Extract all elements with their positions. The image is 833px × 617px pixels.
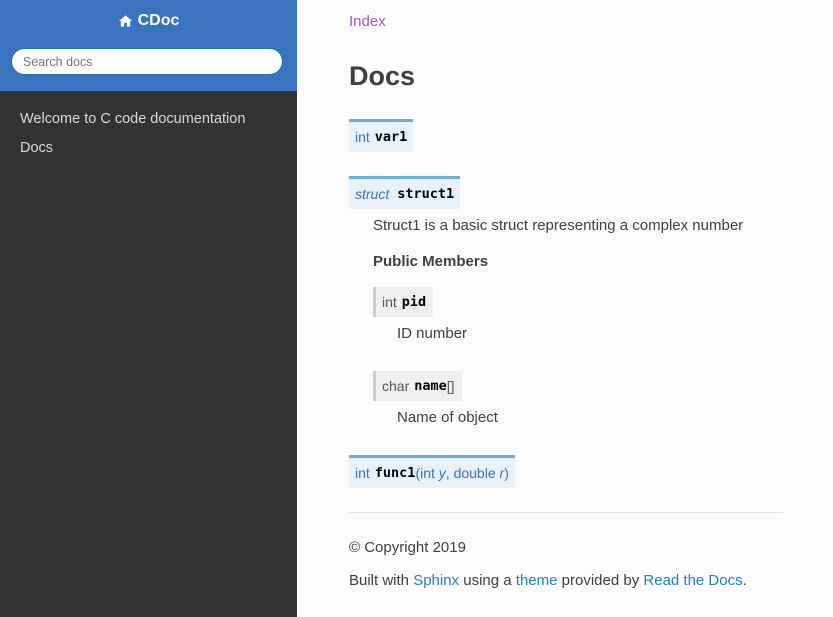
sidebar: CDoc Welcome to C code documentation Doc… (0, 0, 297, 617)
func1-return-type: int (355, 465, 370, 481)
copyright: © Copyright 2019 (349, 539, 466, 556)
struct1-keyword: struct (355, 186, 390, 202)
member-name-description: Name of object (397, 409, 498, 426)
func1-param1-name: y (438, 465, 446, 481)
read-the-docs-link[interactable]: Read the Docs (643, 572, 742, 589)
func1-params: (int y, double r) (415, 465, 508, 481)
member-pid-description: ID number (397, 325, 468, 342)
sphinx-link[interactable]: Sphinx (413, 572, 459, 589)
var1-name: var1 (374, 129, 408, 145)
provided-text: provided by (557, 572, 644, 589)
member-name-type: char (382, 378, 410, 394)
var1-type: int (355, 129, 370, 145)
func1-name: func1 (374, 465, 416, 481)
member-pid-signature: int pid (373, 287, 434, 317)
search-input[interactable] (11, 48, 283, 75)
func1-param2-type: double (453, 465, 500, 481)
using-text: using a (459, 572, 516, 589)
struct1-signature: struct struct1 (349, 176, 461, 209)
struct1-description: Struct1 is a basic struct representing a… (373, 217, 744, 234)
page-title: Docs (349, 61, 416, 91)
sidebar-item-docs[interactable]: Docs (0, 134, 297, 163)
sidebar-header: CDoc (0, 0, 297, 91)
func1-param1-type: int (420, 465, 439, 481)
struct1-name: struct1 (397, 186, 455, 202)
footer-divider (349, 512, 783, 513)
func1-paren-close: ) (504, 465, 509, 481)
var1-signature: int var1 (349, 119, 414, 152)
brand-link[interactable]: CDoc (118, 12, 180, 30)
sidebar-nav: Welcome to C code documentation Docs (0, 91, 297, 163)
home-icon (118, 15, 132, 27)
member-name-name: name (414, 378, 447, 394)
sidebar-item-welcome[interactable]: Welcome to C code documentation (0, 105, 297, 134)
func1-signature: int func1 (int y, double r) (349, 455, 515, 488)
member-name-signature: char name [] (373, 371, 462, 401)
member-pid-type: int (382, 294, 397, 310)
theme-link[interactable]: theme (516, 572, 558, 589)
member-pid-name: pid (401, 294, 427, 310)
member-name-suffix: [] (446, 378, 455, 394)
built-with-line: Built with Sphinx using a theme provided… (349, 572, 747, 589)
built-prefix: Built with (349, 572, 414, 589)
brand-label: CDoc (137, 12, 180, 29)
func1-param-sep: , (445, 465, 454, 481)
breadcrumb-index[interactable]: Index (349, 13, 386, 30)
public-members-heading: Public Members (373, 253, 489, 270)
footer-period: . (742, 572, 747, 589)
main-content: Index Docs int var1 struct struct1 Struc… (297, 0, 833, 617)
